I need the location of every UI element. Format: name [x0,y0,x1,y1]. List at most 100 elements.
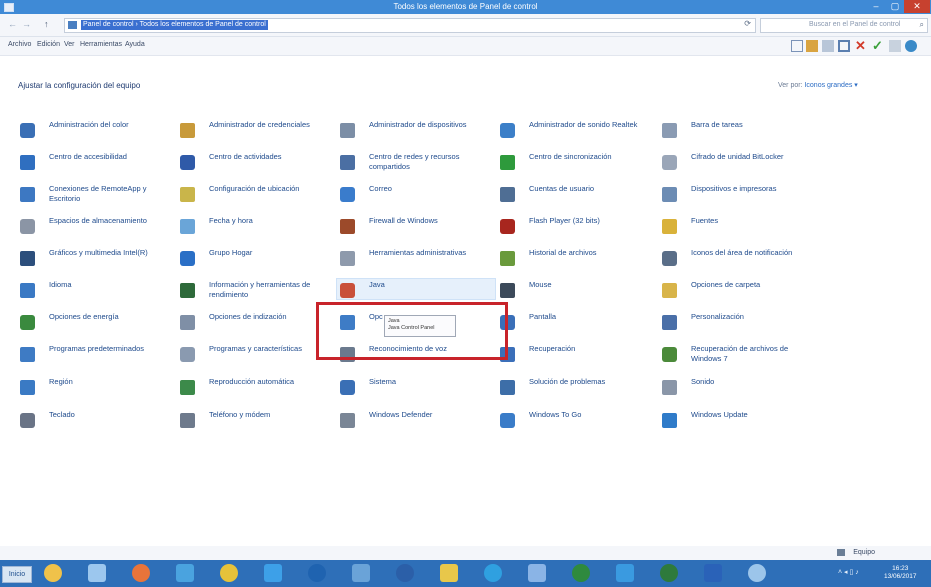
cp-item[interactable]: Solución de problemas [500,377,655,399]
cp-item[interactable]: Centro de accesibilidad [20,152,175,174]
firewall-icon [340,219,355,234]
cp-item[interactable]: Configuración de ubicación [180,184,335,206]
cp-item[interactable]: Cuentas de usuario [500,184,655,206]
menu-ayuda[interactable]: Ayuda [125,41,145,48]
shield-icon[interactable] [528,564,546,582]
cp-item[interactable]: Administrador de credenciales [180,120,335,142]
search-icon[interactable]: ⌕ [920,20,924,30]
cp-item[interactable]: Iconos del área de notificación [662,248,817,270]
window-title: Todos los elementos de Panel de control [393,2,538,11]
clock[interactable]: 16:23 13/06/2017 [884,565,917,581]
cp-item-label: Grupo Hogar [209,248,253,257]
cp-item[interactable]: Windows Update [662,410,817,432]
cp-item[interactable]: Conexiones de RemoteApp y Escritorio [20,184,175,206]
search-icon[interactable] [176,564,194,582]
cp-item[interactable]: Recuperación [500,344,655,366]
cp-item[interactable]: Fecha y hora [180,216,335,238]
checkmark-icon[interactable]: ✓ [872,39,884,52]
cp-item[interactable]: Opciones de energía [20,312,175,334]
forward-button[interactable]: → [22,19,31,29]
cp-item-label: Windows To Go [529,410,582,419]
cp-item[interactable]: Programas y características [180,344,335,366]
cp-item[interactable]: Gráficos y multimedia Intel(R) [20,248,175,270]
cp-item[interactable]: Java [340,280,495,302]
minimize-button[interactable]: – [866,0,886,13]
cp-item[interactable]: Grupo Hogar [180,248,335,270]
search-field[interactable]: Buscar en el Panel de control ⌕ [760,18,928,33]
cp-item-label: Opciones de energía [49,312,119,321]
cp-item[interactable]: Administrador de dispositivos [340,120,495,142]
cp-item[interactable]: Historial de archivos [500,248,655,270]
cp-item[interactable]: Pantalla [500,312,655,334]
menu-edicion[interactable]: Edición [37,41,60,48]
refresh-button[interactable]: ⟳ [744,19,751,28]
cp-item[interactable]: Teclado [20,410,175,432]
menu-ver[interactable]: Ver [64,41,75,48]
system-tray-icons[interactable]: ˄ ◂ ▯ ♪ [838,568,859,576]
address-field[interactable]: Panel de control › Todos los elementos d… [64,18,756,33]
maximize-button[interactable]: ▢ [886,0,904,13]
cp-item[interactable]: Reproducción automática [180,377,335,399]
cp-item[interactable]: Región [20,377,175,399]
media-center-icon[interactable] [396,564,414,582]
cp-item[interactable]: Centro de redes y recursos compartidos [340,152,495,174]
globe-icon[interactable] [905,40,917,52]
menu-herramientas[interactable]: Herramientas [80,41,122,48]
cp-item[interactable]: Dispositivos e impresoras [662,184,817,206]
title-bar[interactable]: Todos los elementos de Panel de control … [0,0,931,14]
cp-item[interactable]: Barra de tareas [662,120,817,142]
cp-item[interactable]: Mouse [500,280,655,302]
cp-item[interactable]: Centro de sincronización [500,152,655,174]
cp-item[interactable]: Recuperación de archivos de Windows 7 [662,344,817,366]
cp-item[interactable]: Firewall de Windows [340,216,495,238]
back-button[interactable]: ← [8,19,17,29]
control-panel-icon[interactable] [748,564,766,582]
menu-archivo[interactable]: Archivo [8,41,31,48]
cp-item[interactable]: Flash Player (32 bits) [500,216,655,238]
cp-item[interactable]: Cifrado de unidad BitLocker [662,152,817,174]
cp-item[interactable]: Información y herramientas de rendimient… [180,280,335,302]
cp-item[interactable]: Sistema [340,377,495,399]
cp-item[interactable]: Opciones de indización [180,312,335,334]
cp-item[interactable]: Programas predeterminados [20,344,175,366]
cp-item[interactable]: Espacios de almacenamiento [20,216,175,238]
view-by-value[interactable]: Iconos grandes ▾ [804,82,857,89]
start-button[interactable]: Inicio [2,566,32,583]
delete-icon[interactable]: ✕ [855,39,867,52]
copy-icon[interactable] [822,40,834,52]
internet-explorer-icon[interactable] [264,564,282,582]
command-prompt-icon[interactable] [88,564,106,582]
outlook-icon[interactable] [308,564,326,582]
address-path[interactable]: Panel de control › Todos los elementos d… [81,20,268,30]
view-by[interactable]: Ver por: Iconos grandes ▾ [778,81,858,89]
cp-item[interactable]: Windows To Go [500,410,655,432]
cp-item[interactable]: Personalización [662,312,817,334]
excel-icon[interactable] [572,564,590,582]
cut-icon[interactable] [806,40,818,52]
paste-icon[interactable] [838,40,850,52]
cp-item[interactable]: Correo [340,184,495,206]
cp-item[interactable]: Herramientas administrativas [340,248,495,270]
cp-item[interactable]: Administración del color [20,120,175,142]
file-explorer-icon[interactable] [44,564,62,582]
cp-item[interactable]: Administrador de sonido Realtek [500,120,655,142]
cp-item[interactable]: Sonido [662,377,817,399]
close-button[interactable]: ✕ [904,0,930,13]
properties-icon[interactable] [889,40,901,52]
chrome-icon[interactable] [220,564,238,582]
word-icon[interactable] [704,564,722,582]
up-button[interactable]: ↑ [44,19,49,29]
firefox-icon[interactable] [132,564,150,582]
cp-item[interactable]: Centro de actividades [180,152,335,174]
photos-icon[interactable] [616,564,634,582]
view-icon[interactable] [791,40,803,52]
paint-icon[interactable] [440,564,458,582]
cp-item[interactable]: Fuentes [662,216,817,238]
skype-icon[interactable] [484,564,502,582]
cp-item[interactable]: Opciones de carpeta [662,280,817,302]
windows-store-icon[interactable] [352,564,370,582]
cp-item[interactable]: Teléfono y módem [180,410,335,432]
cp-item[interactable]: Windows Defender [340,410,495,432]
project-icon[interactable] [660,564,678,582]
cp-item[interactable]: Idioma [20,280,175,302]
